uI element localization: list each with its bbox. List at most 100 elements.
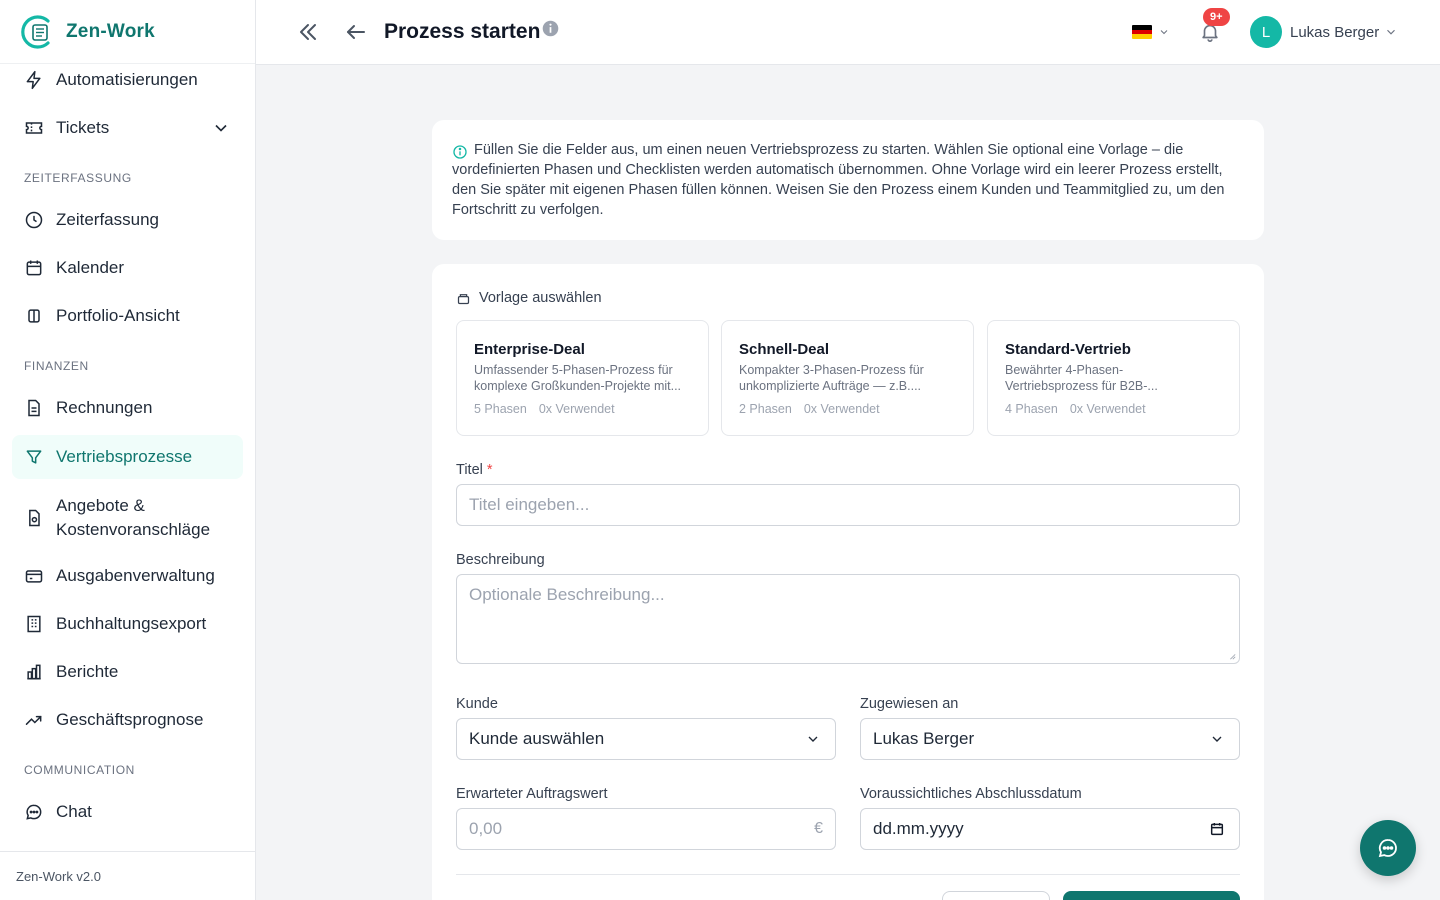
sidebar-item-zeiterfassung[interactable]: Zeiterfassung	[12, 200, 243, 240]
close-date-input[interactable]: dd.mm.yyyy	[860, 808, 1240, 850]
order-value-input[interactable]: 0,00 €	[456, 808, 836, 850]
ticket-icon	[25, 122, 43, 134]
close-date-label: Voraussichtliches Abschlussdatum	[860, 786, 1082, 802]
required-marker: *	[486, 462, 493, 478]
chevron-down-icon[interactable]	[1384, 25, 1398, 39]
section-label-communication: COMMUNICATION	[24, 763, 135, 777]
brand-name: Zen-Work	[66, 20, 155, 42]
sidebar-item-angebote[interactable]: Angebote & Kostenvoranschläge	[12, 493, 243, 543]
page-title: Prozess starten	[384, 20, 541, 43]
sidebar-item-geschaeftsprognose[interactable]: Geschäftsprognose	[12, 700, 243, 740]
template-icon	[457, 293, 470, 304]
template-description-line: Kompakter 3-Phasen-Prozess für	[739, 363, 924, 377]
avatar[interactable]: L	[1250, 16, 1282, 48]
funnel-icon	[26, 450, 42, 464]
cancel-button[interactable]	[942, 891, 1050, 900]
resize-handle-icon[interactable]	[1228, 652, 1236, 660]
template-description-line: Bewährter 4-Phasen-	[1005, 363, 1124, 377]
top-header: Prozess starten 9+ L Lukas Berger	[256, 0, 1440, 65]
chevron-down-icon[interactable]	[211, 118, 231, 138]
wallet-icon	[25, 570, 43, 583]
assigned-label: Zugewiesen an	[860, 696, 959, 712]
template-name: Standard-Vertrieb	[1005, 341, 1131, 358]
sidebar-item-berichte[interactable]: Berichte	[12, 652, 243, 692]
sidebar-item-label: Angebote & Kostenvoranschläge	[56, 496, 211, 539]
template-card-enterprise-deal[interactable]: Enterprise-Deal Umfassender 5-Phasen-Pro…	[456, 320, 709, 436]
logo-icon	[21, 14, 50, 49]
template-usage: 0x Verwendet	[803, 402, 880, 416]
template-description: Umfassender 5-Phasen-Prozess für komplex…	[474, 362, 691, 394]
chat-fab-button[interactable]	[1360, 820, 1416, 876]
template-phases: 5 Phasen	[474, 402, 527, 416]
sidebar-item-tickets[interactable]: Tickets	[12, 108, 243, 148]
clock-icon	[25, 211, 43, 229]
sidebar-item-ausgabenverwaltung[interactable]: Ausgabenverwaltung	[12, 556, 243, 596]
template-usage: 0x Verwendet	[538, 402, 615, 416]
template-usage: 0x Verwendet	[1069, 402, 1146, 416]
notification-badge: 9+	[1203, 8, 1230, 26]
info-card: Füllen Sie die Felder aus, um einen neue…	[432, 120, 1264, 240]
template-description: Bewährter 4-Phasen- Vertriebsprozess für…	[1005, 362, 1222, 394]
sidebar-item-kalender[interactable]: Kalender	[12, 248, 243, 288]
sidebar-item-vertriebsprozesse[interactable]: Vertriebsprozesse	[12, 435, 243, 479]
template-meta: 2 Phasen 0x Verwendet	[739, 402, 956, 416]
calendar-icon	[26, 260, 42, 276]
template-heading: Vorlage auswählen	[456, 290, 602, 306]
title-input[interactable]: Titel eingeben...	[456, 484, 1240, 526]
collapse-sidebar-icon[interactable]	[296, 20, 320, 44]
description-label: Beschreibung	[456, 552, 545, 568]
template-phases: 4 Phasen	[1005, 402, 1058, 416]
sidebar-item-label: Portfolio-Ansicht	[56, 306, 180, 325]
assigned-select[interactable]: Lukas Berger	[860, 718, 1240, 760]
section-label-finanzen: FINANZEN	[24, 359, 89, 373]
german-flag-icon[interactable]	[1132, 25, 1152, 39]
chat-icon	[26, 804, 42, 820]
chevron-down-icon	[1212, 736, 1222, 742]
description-textarea[interactable]: Optionale Beschreibung...	[456, 574, 1240, 664]
sidebar-item-label: Kalender	[56, 258, 125, 277]
back-arrow-icon[interactable]	[344, 20, 368, 44]
template-description-line: Vertriebsprozess für B2B-...	[1005, 379, 1158, 393]
sidebar-item-label: Buchhaltungsexport	[56, 614, 207, 633]
version-label: Zen-Work v2.0	[0, 851, 255, 900]
sidebar-item-label: Berichte	[56, 662, 119, 681]
sidebar-item-chat[interactable]: Chat	[12, 792, 243, 832]
sidebar-item-rechnungen[interactable]: Rechnungen	[12, 388, 243, 428]
title-label-text: Titel	[456, 462, 483, 478]
template-heading-label: Vorlage auswählen	[479, 290, 602, 306]
sidebar-item-portfolio-ansicht[interactable]: Portfolio-Ansicht	[12, 296, 243, 336]
order-value-label: Erwarteter Auftragswert	[456, 786, 608, 802]
sidebar-item-label: Vertriebsprozesse	[56, 447, 193, 466]
bolt-icon	[26, 70, 41, 90]
template-phases: 2 Phasen	[739, 402, 792, 416]
sidebar-item-label: Automatisierungen	[56, 70, 198, 89]
chevron-down-icon[interactable]	[1158, 26, 1170, 38]
currency-symbol: €	[814, 820, 823, 837]
chat-bubble-icon	[1378, 839, 1397, 858]
sidebar-item-buchhaltungsexport[interactable]: Buchhaltungsexport	[12, 604, 243, 644]
title-label: Titel *	[456, 462, 493, 478]
sidebar-item-automatisierungen[interactable]: Automatisierungen	[12, 60, 243, 100]
info-icon[interactable]	[542, 20, 559, 37]
form-divider	[456, 874, 1240, 875]
calendar-icon[interactable]	[1209, 821, 1225, 837]
template-name: Enterprise-Deal	[474, 341, 585, 358]
customer-select[interactable]: Kunde auswählen	[456, 718, 836, 760]
user-name[interactable]: Lukas Berger	[1290, 24, 1379, 41]
brand[interactable]: Zen-Work	[0, 0, 255, 64]
template-name: Schnell-Deal	[739, 341, 830, 358]
submit-button[interactable]	[1063, 891, 1240, 900]
template-description-line: Umfassender 5-Phasen-Prozess für	[474, 363, 673, 377]
template-meta: 4 Phasen 0x Verwendet	[1005, 402, 1222, 416]
sidebar-item-label: Rechnungen	[56, 398, 153, 417]
template-card-schnell-deal[interactable]: Schnell-Deal Kompakter 3-Phasen-Prozess …	[721, 320, 974, 436]
sidebar: Zen-Work Automatisierungen Tickets ZEITE…	[0, 0, 256, 900]
info-text: Füllen Sie die Felder aus, um einen neue…	[452, 142, 1225, 218]
template-card-standard-vertrieb[interactable]: Standard-Vertrieb Bewährter 4-Phasen- Ve…	[987, 320, 1240, 436]
chevron-down-icon	[808, 736, 818, 742]
close-date-value: dd.mm.yyyy	[873, 819, 964, 838]
quote-icon	[29, 509, 40, 527]
section-label-zeiterfassung: ZEITERFASSUNG	[24, 171, 132, 185]
template-description: Kompakter 3-Phasen-Prozess für unkompliz…	[739, 362, 956, 394]
template-description-line: unkomplizierte Aufträge — z.B....	[739, 379, 922, 393]
